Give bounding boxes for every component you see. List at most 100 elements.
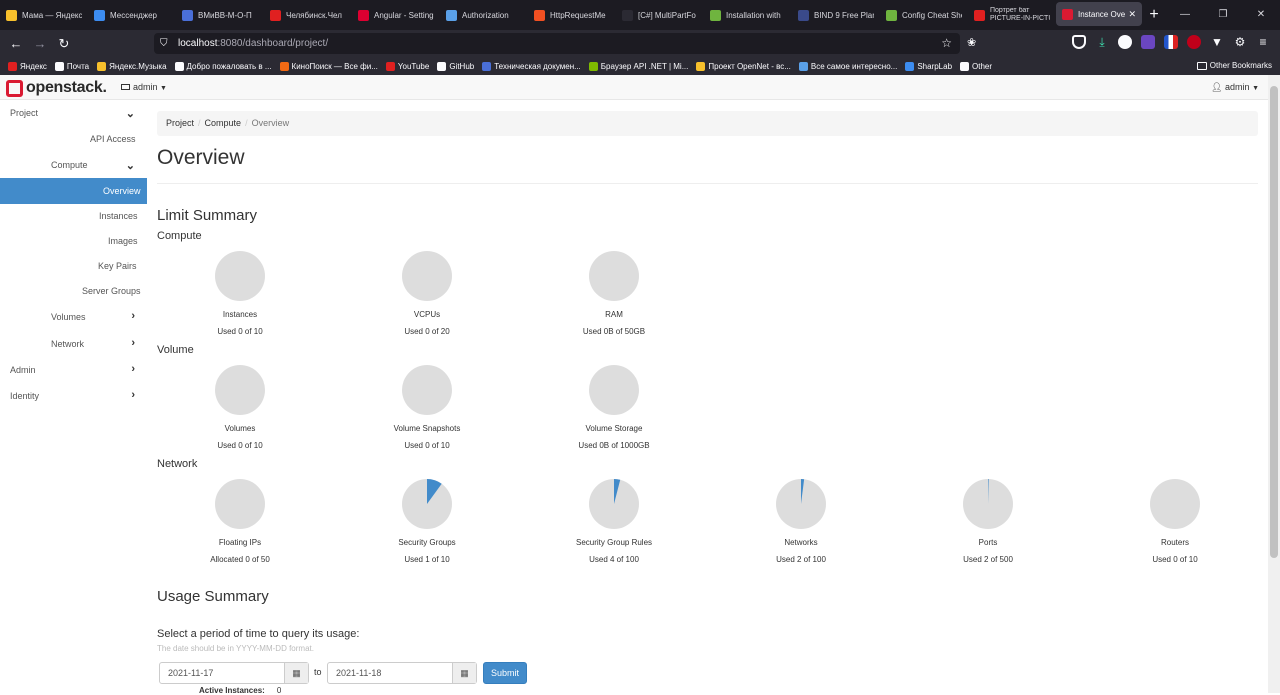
quota-ram: RAM Used 0B of 50GB [554,251,674,336]
tab-favicon-icon [270,9,281,21]
breadcrumb-compute[interactable]: Compute [205,118,242,128]
breadcrumb-current: Overview [251,118,290,128]
active-instances-value: 0 [276,686,282,695]
quota-usage-text: Used 0B of 1000GB [578,441,650,450]
bookmark-item[interactable]: Яндекс [8,61,47,71]
pie-background [402,365,452,415]
sidebar-item-key-pairs[interactable]: Key Pairs [98,261,137,271]
sidebar-item-instances[interactable]: Instances [99,211,138,221]
browser-tab[interactable]: BIND 9 Free Plan [792,0,880,30]
browser-tab[interactable]: HttpRequestMe [528,0,616,30]
shield-icon[interactable]: ⛉ [160,37,171,50]
ublock-icon[interactable] [1187,35,1201,49]
browser-tab[interactable]: Портрет батPICTURE-IN-PICTURE [968,0,1056,30]
browser-tab[interactable]: Instance Overv✕ [1056,2,1142,26]
minimize-icon[interactable]: — [1166,0,1204,30]
logo-text: openstack. [26,79,107,96]
browser-tab[interactable]: Config Cheat She [880,0,968,30]
bookmark-item[interactable]: YouTube [385,61,430,71]
bookmark-favicon-icon [385,61,395,71]
quota-usage-text: Used 0B of 50GB [582,327,646,336]
calendar-icon[interactable]: ▦ [452,663,476,683]
new-tab-button[interactable]: + [1142,6,1166,24]
close-window-icon[interactable]: ✕ [1242,0,1280,30]
bookmark-item[interactable]: Other [960,61,992,71]
browser-tab[interactable]: Мама — Яндекс [0,0,88,30]
extension-flag-icon[interactable] [1164,35,1178,49]
quota-pie-chart [402,479,452,529]
scrollbar-thumb[interactable] [1270,86,1278,558]
extension-b-icon[interactable] [1118,35,1132,49]
browser-tab[interactable]: Мессенджер [88,0,176,30]
start-date-value: 2021-11-17 [168,668,214,678]
chevron-right-icon: › [131,389,135,401]
quota-usage-text: Used 0 of 20 [404,327,450,336]
quota-usage-text: Used 0 of 10 [404,441,450,450]
quota-floating-ips: Floating IPs Allocated 0 of 50 [180,479,300,564]
tab-title: Челябинск.Чел [286,10,342,20]
bookmark-item[interactable]: Техническая докумен... [482,61,581,71]
openstack-logo[interactable]: openstack. [6,79,107,97]
user-menu[interactable]: 👤︎ admin ▼ [1211,75,1259,101]
bookmarks-bar: Яндекс Почта Яндекс.Музыка Добро пожаловать… [0,57,1280,75]
quota-usage-text: Used 0 of 10 [1152,555,1198,564]
tab-title: Config Cheat She [902,10,962,20]
browser-tab[interactable]: Angular - Setting [352,0,440,30]
bookmark-item[interactable]: Проект OpenNet - вс... [696,61,791,71]
download-icon[interactable]: ⤓ [1095,35,1109,49]
bookmark-item[interactable]: Все самое интересно... [798,61,897,71]
tab-close-icon[interactable]: ✕ [1128,9,1136,20]
calendar-icon[interactable]: ▦ [284,663,308,683]
bookmark-label: GitHub [449,61,475,71]
browser-tab[interactable]: Authorization [440,0,528,30]
bookmark-item[interactable]: Яндекс.Музыка [97,61,167,71]
sidebar-item-compute[interactable]: Compute ⌄ [51,160,147,172]
bookmark-label: Добро пожаловать в ... [186,61,272,71]
forward-icon[interactable]: → [28,36,52,51]
bookmark-item[interactable]: Добро пожаловать в ... [174,61,272,71]
bookmark-label: YouTube [397,61,430,71]
sidebar-item-network[interactable]: Network › [51,337,147,349]
menu-icon[interactable]: ≡ [1256,35,1270,49]
bookmark-item[interactable]: SharpLab [905,61,952,71]
pie-background [589,251,639,301]
other-bookmarks[interactable]: Other Bookmarks [1196,57,1272,75]
browser-tab[interactable]: Installation with [704,0,792,30]
sidebar-item-overview[interactable]: Overview [103,186,141,196]
tab-favicon-icon [710,9,721,21]
sidebar-item-identity[interactable]: Identity › [10,389,147,401]
restore-icon[interactable]: ❐ [1204,0,1242,30]
bookmark-item[interactable]: Браузер API .NET | Mi... [588,61,688,71]
sidebar-item-label: Identity [10,391,40,401]
sidebar-item-server-groups[interactable]: Server Groups [82,286,141,296]
extension-gear-icon[interactable]: ⚙ [1233,35,1247,49]
browser-tab[interactable]: ВМиВВ-М-О-П [176,0,264,30]
sidebar-item-project[interactable]: Project ⌄ [10,108,147,120]
project-switcher[interactable]: admin ▼ [121,75,167,101]
sidebar-item-volumes[interactable]: Volumes › [51,310,147,322]
bookmark-item[interactable]: Почта [54,61,89,71]
pocket-icon[interactable] [1072,35,1086,49]
extension-purple-icon[interactable] [1141,35,1155,49]
browser-tab[interactable]: Челябинск.Чел [264,0,352,30]
bookmark-star-icon[interactable]: ☆ [941,33,952,54]
reload-icon[interactable]: ↻ [52,36,76,52]
extension-v-icon[interactable]: ▼ [1210,35,1224,49]
extension-paw-icon[interactable]: ❀ [967,36,976,49]
bookmark-item[interactable]: КиноПоиск — Все фи... [279,61,378,71]
sidebar-item-api-access[interactable]: API Access [90,134,136,144]
back-icon[interactable]: ← [4,36,28,51]
submit-button[interactable]: Submit [483,662,527,684]
breadcrumb-project[interactable]: Project [166,118,194,128]
url-bar[interactable]: ⛉ localhost:8080/dashboard/project/ ☆ [154,33,960,54]
tab-favicon-icon [358,9,369,21]
sidebar-item-images[interactable]: Images [108,236,138,246]
sidebar-item-admin[interactable]: Admin › [10,363,147,375]
bookmark-item[interactable]: GitHub [437,61,475,71]
browser-tab[interactable]: [C#] MultiPartFo [616,0,704,30]
start-date-input[interactable]: 2021-11-17 ▦ [159,662,309,684]
pie-background [589,365,639,415]
user-name: admin [1225,82,1250,92]
end-date-input[interactable]: 2021-11-18 ▦ [327,662,477,684]
quota-usage-text: Used 4 of 100 [589,555,639,564]
